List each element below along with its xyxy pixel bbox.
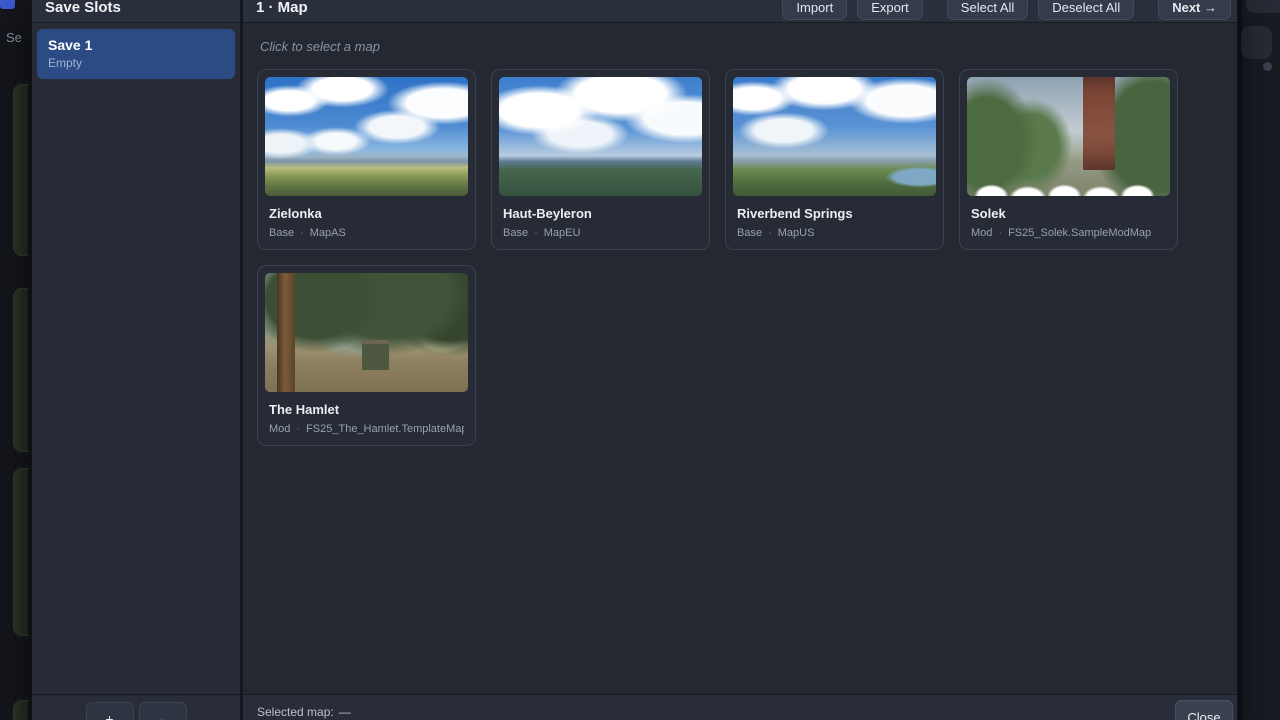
map-step-content: Click to select a map Zielonka Base · MapAS… — [243, 23, 1237, 694]
map-title: Haut-Beyleron — [503, 206, 698, 221]
map-meta: Mod · FS25_Solek.SampleModMap — [971, 227, 1166, 239]
map-title: Zielonka — [269, 206, 464, 221]
meta-separator: · — [768, 227, 772, 239]
map-select-hint: Click to select a map — [260, 39, 1223, 54]
map-meta: Base · MapEU — [503, 227, 698, 239]
map-thumbnail — [265, 77, 468, 196]
map-id: MapAS — [310, 227, 346, 239]
save-editor-dialog: Save Slots Save 1 Empty + - 1 · Map Impor… — [32, 0, 1237, 720]
deselect-all-button[interactable]: Deselect All — [1038, 0, 1134, 20]
map-thumbnail — [265, 273, 468, 392]
map-step-panel: 1 · Map Import Export Select All Deselect A… — [243, 0, 1237, 720]
add-slot-button[interactable]: + — [86, 702, 134, 720]
map-card[interactable]: The Hamlet Mod · FS25_The_Hamlet.TemplateMa… — [257, 265, 476, 446]
background-card-edge — [13, 288, 28, 452]
map-meta: Mod · FS25_The_Hamlet.TemplateMap — [269, 423, 464, 435]
map-id: FS25_The_Hamlet.TemplateMap — [306, 423, 464, 435]
import-button[interactable]: Import — [782, 0, 847, 20]
map-id: FS25_Solek.SampleModMap — [1008, 227, 1151, 239]
map-meta: Base · MapUS — [737, 227, 932, 239]
map-type: Mod — [971, 227, 992, 239]
save-slots-sidebar: Save Slots Save 1 Empty + - — [32, 0, 240, 720]
map-step-footer: Selected map: — Close — [243, 694, 1237, 720]
map-title: Riverbend Springs — [737, 206, 932, 221]
save-slot-item[interactable]: Save 1 Empty — [37, 29, 235, 79]
map-thumbnail — [733, 77, 936, 196]
close-button[interactable]: Close — [1175, 700, 1233, 720]
map-card[interactable]: Zielonka Base · MapAS — [257, 69, 476, 250]
meta-separator: · — [534, 227, 538, 239]
map-type: Base — [503, 227, 528, 239]
selected-map-value: — — [339, 705, 351, 719]
selected-map-line: Selected map: — — [257, 705, 1237, 719]
save-slot-list: Save 1 Empty — [32, 23, 240, 694]
background-card-edge — [13, 84, 28, 256]
map-id: MapUS — [778, 227, 815, 239]
map-card[interactable]: Haut-Beyleron Base · MapEU — [491, 69, 710, 250]
map-type: Base — [737, 227, 762, 239]
sidebar-title: Save Slots — [45, 0, 121, 16]
map-meta: Base · MapAS — [269, 227, 464, 239]
map-type: Mod — [269, 423, 290, 435]
background-button-fragment — [1241, 26, 1272, 59]
next-button[interactable]: Next → — [1158, 0, 1231, 20]
sidebar-header: Save Slots — [32, 0, 240, 23]
map-toolbar: Import Export Select All Deselect All Next → — [782, 0, 1231, 20]
map-step-title: 1 · Map — [256, 0, 308, 16]
map-step-header: 1 · Map Import Export Select All Deselect A… — [243, 0, 1237, 23]
map-thumbnail — [499, 77, 702, 196]
remove-slot-button[interactable]: - — [139, 702, 187, 720]
save-slot-name: Save 1 — [48, 37, 224, 53]
background-right-rail — [1239, 0, 1280, 720]
background-card-edge — [13, 700, 28, 720]
export-button[interactable]: Export — [857, 0, 923, 20]
background-button-fragment — [1246, 0, 1280, 13]
background-blue-fragment — [0, 0, 15, 9]
meta-separator: · — [998, 227, 1002, 239]
map-card[interactable]: Riverbend Springs Base · MapUS — [725, 69, 944, 250]
map-card[interactable]: Solek Mod · FS25_Solek.SampleModMap — [959, 69, 1178, 250]
map-thumbnail — [967, 77, 1170, 196]
save-slot-status: Empty — [48, 56, 224, 70]
map-title: Solek — [971, 206, 1166, 221]
map-grid: Zielonka Base · MapAS Haut-Beyleron Base · MapE… — [257, 69, 1223, 446]
select-all-button[interactable]: Select All — [947, 0, 1028, 20]
meta-separator: · — [296, 423, 300, 435]
background-text-fragment: Se — [6, 30, 22, 45]
selected-map-label: Selected map: — [257, 705, 334, 719]
map-type: Base — [269, 227, 294, 239]
sidebar-footer: + - — [32, 694, 240, 720]
background-dot — [1263, 62, 1272, 71]
map-id: MapEU — [544, 227, 581, 239]
background-card-edge — [13, 468, 28, 636]
meta-separator: · — [300, 227, 304, 239]
map-title: The Hamlet — [269, 402, 464, 417]
